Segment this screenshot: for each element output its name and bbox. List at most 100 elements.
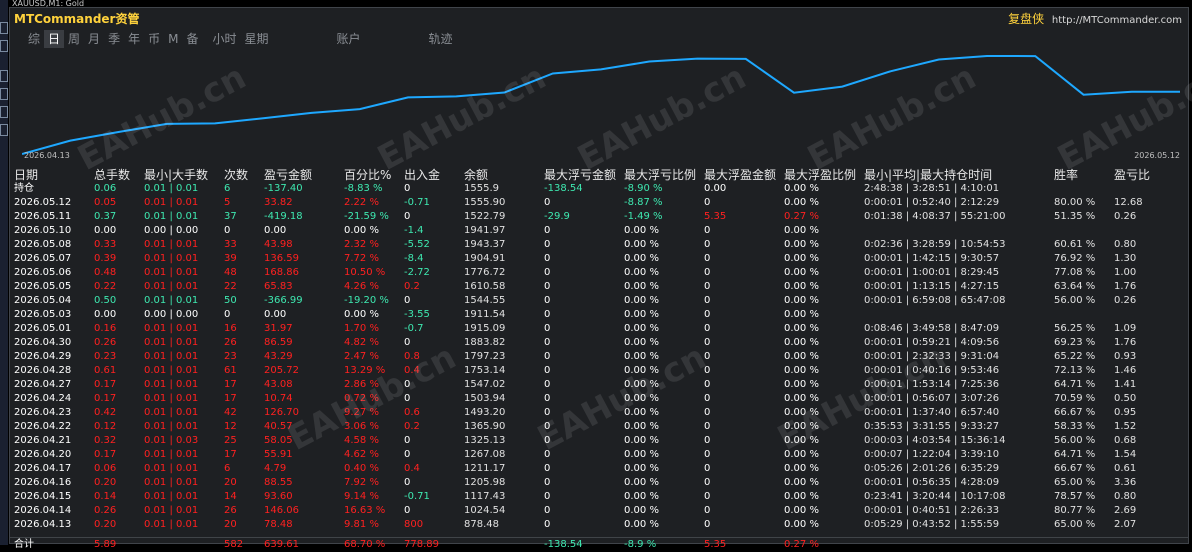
tab-5[interactable]: 年: [124, 30, 144, 48]
cell-pnl: 4.79: [264, 463, 287, 474]
table-row[interactable]: 2026.05.03 0.00 0.00 | 0.00 0 0.00 0.00 % -3.5…: [10, 308, 1188, 322]
table-row[interactable]: 2026.04.14 0.26 0.01 | 0.01 26 146.06 16.63 %…: [10, 504, 1188, 518]
table-row[interactable]: 2026.04.17 0.06 0.01 | 0.01 6 4.79 0.40 % 0.4 1…: [10, 462, 1188, 476]
tool-icon[interactable]: [0, 70, 8, 82]
cell-bal: 1522.79: [464, 211, 506, 222]
cell-count: 0: [224, 309, 231, 320]
cell-mfl: 0: [544, 449, 551, 460]
total-date: 合计: [14, 539, 34, 550]
cell-mfp: 0: [704, 435, 711, 446]
table-row[interactable]: 2026.04.24 0.17 0.01 | 0.01 17 10.74 0.72 % 0 1…: [10, 392, 1188, 406]
cell-pnl: 43.98: [264, 239, 293, 250]
tool-icon[interactable]: [0, 124, 8, 136]
header-bal: 余额: [464, 168, 489, 182]
cell-date: 2026.04.14: [14, 505, 72, 516]
cell-mfpp: 0.00 %: [784, 463, 819, 474]
tool-icon[interactable]: [0, 40, 8, 52]
table-row[interactable]: 2026.05.01 0.16 0.01 | 0.01 16 31.97 1.70 % -0…: [10, 322, 1188, 336]
cell-mfp: 0: [704, 393, 711, 404]
cell-mflp: 0.00 %: [624, 337, 659, 348]
table-row[interactable]: 2026.04.29 0.23 0.01 | 0.01 23 43.29 2.47 % 0.…: [10, 350, 1188, 364]
cell-mfpp: 0.00 %: [784, 183, 819, 194]
tool-icon[interactable]: [0, 22, 8, 34]
header-lots: 总手数: [94, 168, 131, 182]
cell-count: 6: [224, 183, 231, 194]
cell-rr: 0.68: [1114, 435, 1137, 446]
brand-right-label[interactable]: 复盘侠: [1008, 12, 1044, 26]
cell-pnl: 88.55: [264, 477, 293, 488]
cell-io: -5.52: [404, 239, 430, 250]
cell-pnl: 136.59: [264, 253, 299, 264]
cell-mfp: 0: [704, 253, 711, 264]
cell-mflp: 0.00 %: [624, 379, 659, 390]
table-row[interactable]: 2026.04.21 0.32 0.01 | 0.03 25 58.05 4.58 % 0 1…: [10, 434, 1188, 448]
tab-2[interactable]: 周: [64, 30, 84, 48]
table-row[interactable]: 持仓 0.06 0.01 | 0.01 6 -137.40 -8.83 % 0 1555.9 -…: [10, 182, 1188, 196]
cell-date: 2026.05.03: [14, 309, 72, 320]
table-row[interactable]: 2026.04.30 0.26 0.01 | 0.01 26 86.59 4.82 % 0 1…: [10, 336, 1188, 350]
cell-rr: 1.30: [1114, 253, 1137, 264]
tab-9[interactable]: 小时: [208, 30, 240, 48]
tab-11[interactable]: 账户: [333, 30, 365, 48]
tab-0[interactable]: 综: [24, 30, 44, 48]
table-row[interactable]: 2026.05.10 0.00 0.00 | 0.00 0 0.00 0.00 % -1.4…: [10, 224, 1188, 238]
cell-bal: 1544.55: [464, 295, 506, 306]
tab-4[interactable]: 季: [104, 30, 124, 48]
tab-1[interactable]: 日: [44, 30, 65, 48]
cell-time: 0:05:29 | 0:43:52 | 1:55:59: [864, 519, 1000, 530]
table-row[interactable]: 2026.05.07 0.39 0.01 | 0.01 39 136.59 7.72 % -…: [10, 252, 1188, 266]
cell-time: 0:00:01 | 0:56:35 | 4:28:09: [864, 477, 1000, 488]
cell-date: 2026.04.30: [14, 337, 72, 348]
cell-io: 0: [404, 183, 411, 194]
brand-url-link[interactable]: http://MTCommander.com: [1052, 15, 1182, 26]
cell-win: 70.59 %: [1054, 393, 1096, 404]
cell-minmax: 0.01 | 0.01: [144, 323, 199, 334]
cell-pnl: 43.29: [264, 351, 293, 362]
cell-minmax: 0.00 | 0.00: [144, 309, 199, 320]
cell-mfpp: 0.00 %: [784, 197, 819, 208]
tab-7[interactable]: M: [164, 30, 182, 48]
table-row[interactable]: 2026.05.08 0.33 0.01 | 0.01 33 43.98 2.32 % -5…: [10, 238, 1188, 252]
cell-pnl: 78.48: [264, 519, 293, 530]
cell-io: 0: [404, 393, 411, 404]
table-row[interactable]: 2026.04.16 0.20 0.01 | 0.01 20 88.55 7.92 % 0 1…: [10, 476, 1188, 490]
table-row[interactable]: 2026.05.04 0.50 0.01 | 0.01 50 -366.99 -19.20…: [10, 294, 1188, 308]
table-row[interactable]: 2026.04.22 0.12 0.01 | 0.01 12 40.57 3.06 % 0.…: [10, 420, 1188, 434]
tool-icon[interactable]: [0, 106, 8, 118]
tab-12[interactable]: 轨迹: [425, 30, 457, 48]
table-row[interactable]: 2026.04.27 0.17 0.01 | 0.01 17 43.08 2.86 % 0 1…: [10, 378, 1188, 392]
cell-count: 14: [224, 491, 237, 502]
table-row[interactable]: 2026.04.20 0.17 0.01 | 0.01 17 55.91 4.62 % 0 1…: [10, 448, 1188, 462]
balance-line-chart: [22, 54, 1180, 155]
balance-line: [22, 54, 1180, 155]
table-row[interactable]: 2026.05.11 0.37 0.01 | 0.01 37 -419.18 -21.59…: [10, 210, 1188, 224]
cell-io: -1.4: [404, 225, 424, 236]
cell-pct: 4.26 %: [344, 281, 379, 292]
cell-count: 17: [224, 393, 237, 404]
table-row[interactable]: 2026.04.13 0.20 0.01 | 0.01 20 78.48 9.81 % 80…: [10, 518, 1188, 532]
tab-6[interactable]: 币: [144, 30, 164, 48]
cell-bal: 1915.09: [464, 323, 506, 334]
cell-bal: 1943.37: [464, 239, 506, 250]
table-row[interactable]: 2026.05.12 0.05 0.01 | 0.01 5 33.82 2.22 % -0.…: [10, 196, 1188, 210]
cell-rr: 1.54: [1114, 449, 1137, 460]
cell-minmax: 0.01 | 0.01: [144, 379, 199, 390]
cell-mfpp: 0.27 %: [784, 211, 819, 222]
table-row[interactable]: 2026.04.28 0.61 0.01 | 0.01 61 205.72 13.29 %…: [10, 364, 1188, 378]
cell-lots: 0.22: [94, 281, 117, 292]
tab-10[interactable]: 星期: [241, 30, 273, 48]
cell-win: 80.77 %: [1054, 505, 1096, 516]
cell-mflp: 0.00 %: [624, 407, 659, 418]
tool-icon[interactable]: [0, 88, 8, 100]
cell-mfl: 0: [544, 505, 551, 516]
header-mfl: 最大浮亏金额: [544, 168, 617, 182]
table-row[interactable]: 2026.04.15 0.14 0.01 | 0.01 14 93.60 9.14 % -0…: [10, 490, 1188, 504]
table-row[interactable]: 2026.04.23 0.42 0.01 | 0.01 42 126.70 9.27 % 0…: [10, 406, 1188, 420]
cell-mflp: 0.00 %: [624, 477, 659, 488]
tab-3[interactable]: 月: [84, 30, 104, 48]
table-row[interactable]: 2026.05.05 0.22 0.01 | 0.01 22 65.83 4.26 % 0.…: [10, 280, 1188, 294]
table-row[interactable]: 2026.05.06 0.48 0.01 | 0.01 48 168.86 10.50 %…: [10, 266, 1188, 280]
cell-io: 0.2: [404, 281, 420, 292]
tab-8[interactable]: 备: [182, 30, 202, 48]
cell-mfl: 0: [544, 239, 551, 250]
